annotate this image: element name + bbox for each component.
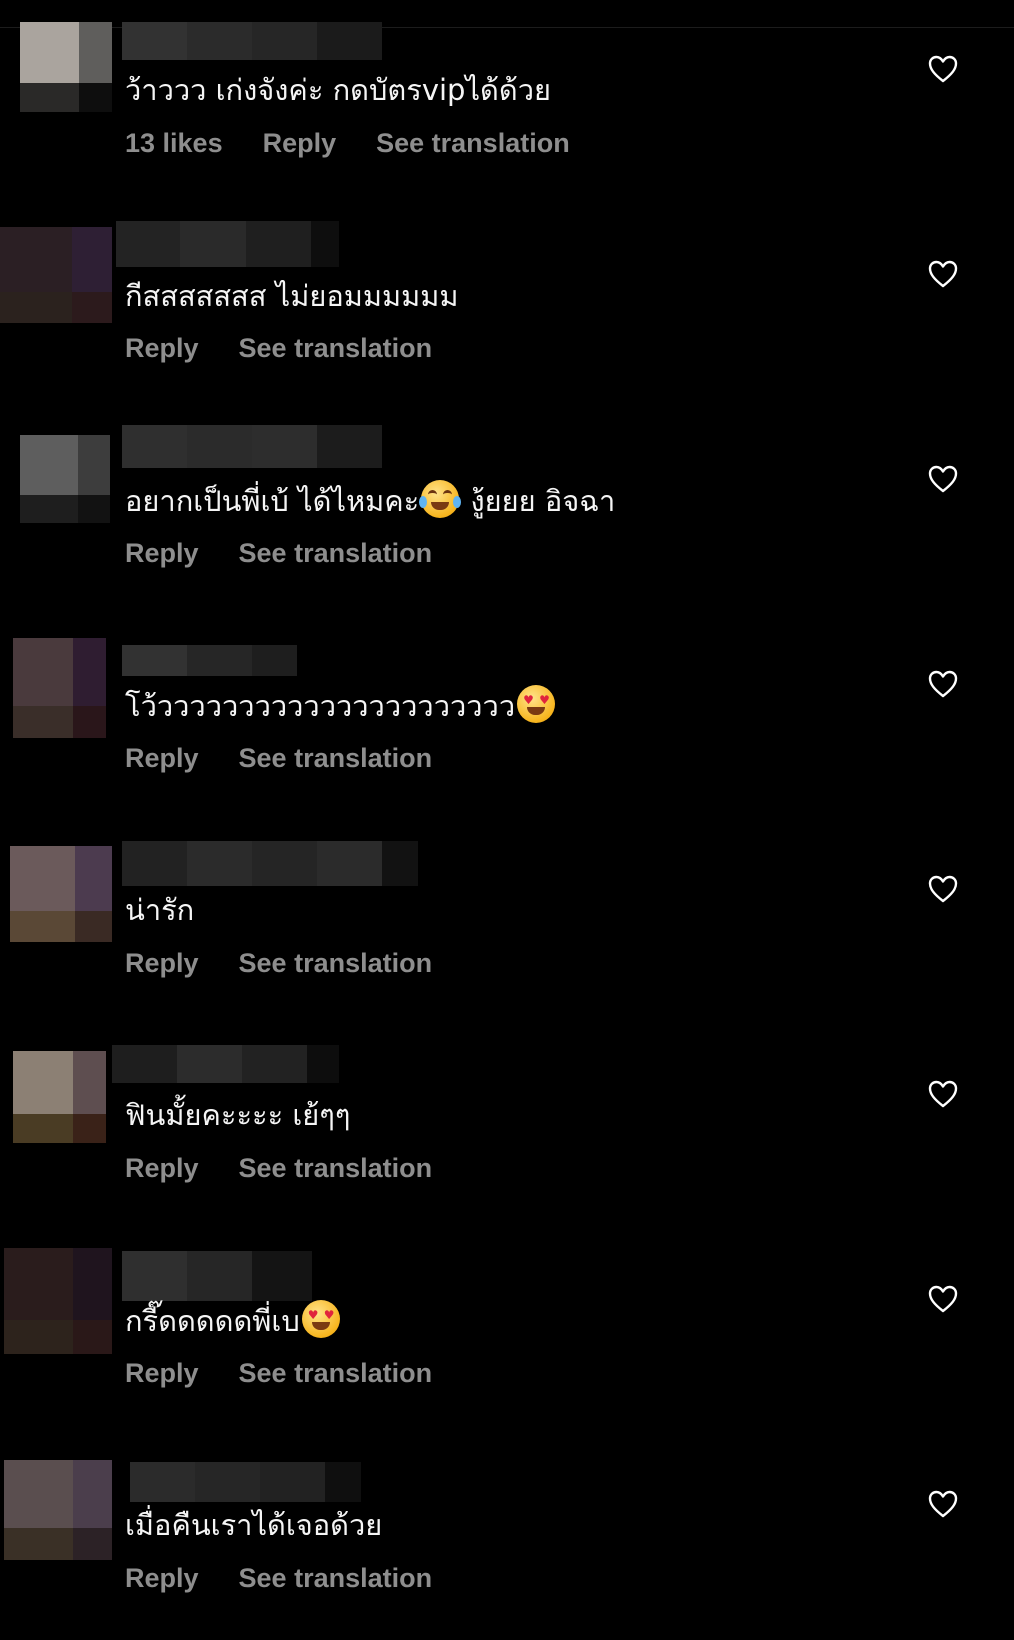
username-blurred[interactable] [122, 841, 418, 886]
avatar[interactable] [20, 22, 112, 112]
see-translation-button[interactable]: See translation [239, 743, 433, 774]
comment-actions: Reply See translation [125, 1563, 432, 1594]
username-blurred[interactable] [122, 1251, 312, 1301]
reply-button[interactable]: Reply [125, 333, 199, 364]
reply-button[interactable]: Reply [125, 743, 199, 774]
reply-button[interactable]: Reply [125, 538, 199, 569]
avatar[interactable] [13, 1051, 106, 1143]
comment-item: เมื่อคืนเราได้เจอด้วย Reply See translat… [0, 1435, 1014, 1640]
reply-button[interactable]: Reply [125, 1563, 199, 1594]
avatar[interactable] [4, 1460, 112, 1560]
username-blurred[interactable] [122, 425, 382, 468]
comment-item: น่ารัก Reply See translation [0, 820, 1014, 1025]
comment-item: กีสสสสสสส ไม่ยอมมมมมม Reply See translat… [0, 205, 1014, 410]
see-translation-button[interactable]: See translation [239, 948, 433, 979]
comment-actions: Reply See translation [125, 1153, 432, 1184]
username-blurred[interactable] [122, 645, 297, 676]
comment-actions: 13 likes Reply See translation [125, 128, 570, 159]
comment-actions: Reply See translation [125, 1358, 432, 1389]
comment-actions: Reply See translation [125, 948, 432, 979]
username-blurred[interactable] [130, 1462, 361, 1502]
reply-button[interactable]: Reply [125, 1358, 199, 1389]
comment-actions: Reply See translation [125, 333, 432, 364]
avatar[interactable] [13, 638, 106, 738]
comment-text-part: อยากเป็นพี่เบ้ ได้ไหมคะ [125, 484, 420, 518]
avatar[interactable] [0, 227, 112, 323]
comment-actions: Reply See translation [125, 538, 432, 569]
username-blurred[interactable] [116, 221, 339, 267]
comment-text: กรี๊ดดดดดพี่เบ ♥ ♥ [125, 1300, 342, 1341]
smiling-face-with-heart-eyes-emoji: ♥ ♥ [301, 1300, 340, 1338]
heart-outline-icon[interactable] [928, 875, 958, 903]
see-translation-button[interactable]: See translation [239, 538, 433, 569]
comment-item: โว้วววววววววววววววววววววว ♥ ♥ Reply See tr… [0, 615, 1014, 820]
reply-button[interactable]: Reply [125, 1153, 199, 1184]
comment-text: โว้วววววววววววววววววววววว ♥ ♥ [125, 685, 557, 726]
comment-text: กีสสสสสสส ไม่ยอมมมมมม [125, 279, 459, 313]
see-translation-button[interactable]: See translation [376, 128, 570, 159]
comment-text: ฟินมั้ยคะะะะ เย้ๆๆ [125, 1098, 351, 1132]
comment-item: กรี๊ดดดดดพี่เบ ♥ ♥ Reply See translation [0, 1230, 1014, 1435]
comment-item: ว้าววว เก่งจังค่ะ กดบัตรvipได้ด้วย 13 li… [0, 0, 1014, 205]
comment-actions: Reply See translation [125, 743, 432, 774]
comment-text: ว้าววว เก่งจังค่ะ กดบัตรvipได้ด้วย [125, 73, 551, 107]
comment-text: อยากเป็นพี่เบ้ ได้ไหมคะ งู้ยยย อิจฉา [125, 480, 615, 521]
heart-outline-icon[interactable] [928, 260, 958, 288]
heart-outline-icon[interactable] [928, 1490, 958, 1518]
comment-text: เมื่อคืนเราได้เจอด้วย [125, 1508, 383, 1542]
heart-outline-icon[interactable] [928, 1080, 958, 1108]
comment-item: ฟินมั้ยคะะะะ เย้ๆๆ Reply See translation [0, 1025, 1014, 1230]
heart-outline-icon[interactable] [928, 55, 958, 83]
comment-text-part: โว้วววววววววววววววววววววว [125, 689, 516, 723]
smiling-face-with-heart-eyes-emoji: ♥ ♥ [517, 685, 556, 723]
comment-text-part: งู้ยยย อิจฉา [461, 484, 616, 518]
see-translation-button[interactable]: See translation [239, 1358, 433, 1389]
heart-outline-icon[interactable] [928, 670, 958, 698]
comment-text: น่ารัก [125, 893, 195, 927]
likes-count[interactable]: 13 likes [125, 128, 223, 159]
avatar[interactable] [20, 435, 110, 523]
avatar[interactable] [10, 846, 112, 942]
username-blurred[interactable] [112, 1045, 339, 1083]
reply-button[interactable]: Reply [125, 948, 199, 979]
heart-outline-icon[interactable] [928, 465, 958, 493]
reply-button[interactable]: Reply [263, 128, 337, 159]
see-translation-button[interactable]: See translation [239, 1563, 433, 1594]
see-translation-button[interactable]: See translation [239, 1153, 433, 1184]
heart-outline-icon[interactable] [928, 1285, 958, 1313]
face-with-tears-of-joy-emoji [419, 480, 462, 518]
comment-text-part: กรี๊ดดดดดพี่เบ [125, 1304, 300, 1338]
comment-item: อยากเป็นพี่เบ้ ได้ไหมคะ งู้ยยย อิจฉา Rep… [0, 410, 1014, 615]
see-translation-button[interactable]: See translation [239, 333, 433, 364]
username-blurred[interactable] [122, 22, 382, 60]
avatar[interactable] [4, 1248, 112, 1354]
